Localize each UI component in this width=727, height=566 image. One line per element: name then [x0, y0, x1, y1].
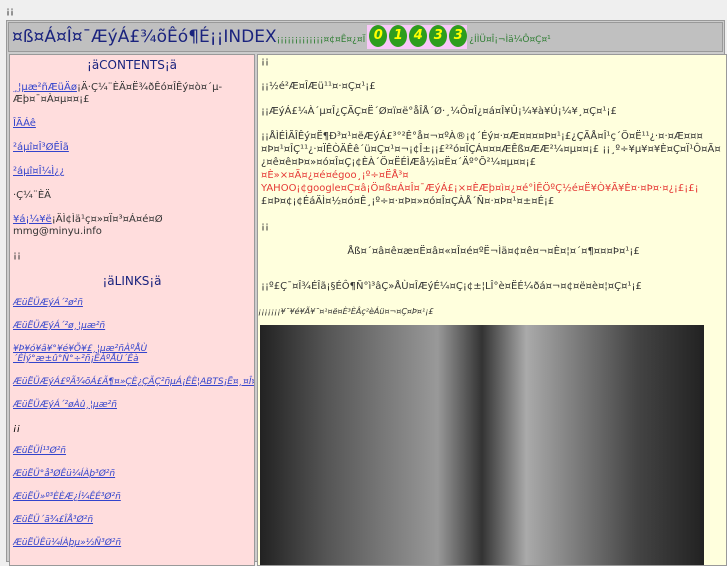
counter-digit: 4 [409, 25, 428, 47]
external-link[interactable]: ÆüËÜÆýÁ´²øÀû¸¦µæ²ñ [13, 400, 254, 410]
intro-text: ¡¡ÆýÁ£¼À´µ¤Î¿ÇÃÇ¤Ë´Ø¤ï¤ë°åÎÅ´Ø·¸¼Ô¤Î¿¤á¤… [261, 106, 617, 117]
counter-digit: 3 [449, 25, 468, 47]
nav-item: ·Ç¼¨ÈÄ [13, 190, 52, 201]
nav-item: ¥á¡¼¥ë¡ÄÌ¢Ìä¹ç¤»¤Ï¤³¤Á¤é¤Ø mmg@minyu.inf… [13, 214, 254, 238]
nav-link[interactable]: ¸¦µæ²ñÆüÄø [13, 82, 77, 93]
mammogram-image[interactable] [260, 325, 704, 565]
counter-suffix: ¿ÍÌÜ¤Î¡¬Ìä¼Ô¤Ç¤¹ [469, 35, 551, 45]
counter-digit: 0 [369, 25, 388, 47]
external-link[interactable]: ÆüËÜÍ¹³Ø²ñ [13, 446, 254, 456]
external-link[interactable]: ÆüËÜ»º³ÈÈÆ¿Í¼ÊÉ³Ø²ñ [13, 492, 254, 502]
nav-link[interactable]: ²áµî¤Î¼Ì¿¿ [13, 166, 65, 177]
spacer: ¡¡ [13, 250, 22, 261]
nav-item: ÎÃÁê [13, 118, 254, 130]
header: ¤ß¤Á¤Î¤¯ÆýÁ£¾õÊó¶É¡¡INDEX ¡¡¡¡¡¡¡¡¡¡¡¡¡¤… [8, 22, 723, 52]
spacer: ¡¡ [261, 56, 270, 67]
mail-link[interactable]: ¥á¡¼¥ë [13, 214, 52, 225]
external-link[interactable]: ÆüËÜÆýÁ´²ø¸¦µæ²ñ [13, 321, 254, 331]
thanks-message: Åß¤´¤â¤ê¤æ¤Ë¤â¤«¤Î¤é¤ºË¬Ìä¤¢¤ê¤¬¤È¤¦¤´¤¶… [347, 246, 640, 257]
visitor-counter: 0 1 4 3 3 [367, 25, 468, 49]
case-text: ¡¡º£Ç¯¤Î¾ÉÎã¡§ÉÔ¶Ñ°ì³âÇ»ÅÙ¤ÎÆýÉ¼¤Ç¡¢±¦LÎ… [261, 281, 642, 292]
nav-item: ²áµî¤Î³ØÊÎã [13, 142, 254, 154]
image-caption: ¡¡¡¡¡¡¡¥¯¥é¥Ã¥¯¤¹¤ë¤È³ÈÂç²èÁü¤¬¤Ç¤Þ¤¹¡£ [258, 307, 434, 316]
left-sidebar: ¡äCONTENTS¡ä ¸¦µæ²ñÆüÄø¡Ä·Ç¼¨ÈÄ¤Ë¾ðÊó¤ÎÊ… [9, 54, 255, 566]
external-link[interactable]: ÆüËÜ´ã¾£ÎÅ³Ø²ñ [13, 515, 254, 525]
spacer: ¡¡ [13, 423, 21, 433]
nav-link[interactable]: ²áµî¤Î³ØÊÎã [13, 142, 69, 153]
external-link[interactable]: ¥Þ¥ó¥â¥°¥é¥Õ¥£¸¦µæ²ñÀºÅÙ´ÉÍý°æ±û°Ñ°÷²ñ¡Ê… [13, 344, 254, 364]
nav-item: ²áµî¤Î¼Ì¿¿ [13, 166, 254, 178]
external-link[interactable]: ÆüËÜ°å³ØÊü¼ÍÀþ³Ø²ñ [13, 469, 254, 479]
contents-heading: ¡äCONTENTS¡ä [87, 58, 177, 72]
counter-digit: 1 [389, 25, 408, 47]
nav-link[interactable]: ÎÃÁê [13, 118, 36, 129]
counter-prefix: ¡¡¡¡¡¡¡¡¡¡¡¡¡¤¢¤Ê¤¿¤Ï [276, 35, 366, 45]
spacer: ¡¡ [261, 221, 270, 232]
search-note-2: YAHOO¡¢google¤Ç¤â¡Ö¤ß¤Á¤Î¤¯ÆýÁ£¡×¤ÈÆþ¤ì¤… [261, 183, 699, 194]
counter-digit: 3 [429, 25, 448, 47]
description: ¡¡ÅÌÉÌÃÎÊý¤Ë¶Ð³¤¹¤ëÆýÁ£³°²Ê°å¤¬¤ºÀ®¡¢´Éý… [261, 131, 721, 168]
update-notice: ¡¡½é²Æ¤ÎÆü¹¹¤·¤Ç¤¹¡£ [261, 81, 376, 92]
search-note-3: £¤Þ¤¢¡¢ÉáÄÌ¤½¤ó¤Ê¸¡º÷¤·¤Þ¤»¤ó¤Î¤ÇÀÅ´Ñ¤·¤… [261, 196, 555, 207]
page-title: ¤ß¤Á¤Î¤¯ÆýÁ£¾õÊó¶É¡¡INDEX [12, 27, 277, 47]
links-heading: ¡äLINKS¡ä [102, 274, 162, 288]
main-content: ¡¡ ¡¡½é²Æ¤ÎÆü¹¹¤·¤Ç¤¹¡£ ¡¡ÆýÁ£¼À´µ¤Î¿ÇÃÇ… [257, 54, 727, 566]
links-list: ÆüËÜÆýÁ´²ø²ñ ÆüËÜÆýÁ´²ø¸¦µæ²ñ ¥Þ¥ó¥â¥°¥é… [10, 298, 254, 548]
nav-item: ¸¦µæ²ñÆüÄø¡Ä·Ç¼¨ÈÄ¤Ë¾ðÊó¤ÎÊý¤ò¤´µ­Æþ¤¯¤À… [13, 82, 254, 106]
description-text: ¡¡ÅÌÉÌÃÎÊý¤Ë¶Ð³¤¹¤ëÆýÁ£³°²Ê°å¤¬¤ºÀ®¡¢´Éý… [261, 130, 726, 208]
external-link[interactable]: ÆüËÜÆýÁ£ºÃ¾õÁ£Ã¶¤»ÇÈ¿ÇÃÇ²ñµÁ¡ÊÈ¦ABTS¡Ë¤¸… [13, 377, 254, 387]
external-link[interactable]: ÆüËÜÊü¼ÍÀþµ»½Ñ³Ø²ñ [13, 538, 254, 548]
page-frame: ¤ß¤Á¤Î¤¯ÆýÁ£¾õÊó¶É¡¡INDEX ¡¡¡¡¡¡¡¡¡¡¡¡¡¤… [6, 20, 727, 566]
top-mark: ¡¡ [6, 6, 15, 17]
external-link[interactable]: ÆüËÜÆýÁ´²ø²ñ [13, 298, 254, 308]
search-note: ¤È»×¤Ã¤¿¤é¤égoo¸¡º÷¤ËÅ³¤ [261, 170, 409, 181]
